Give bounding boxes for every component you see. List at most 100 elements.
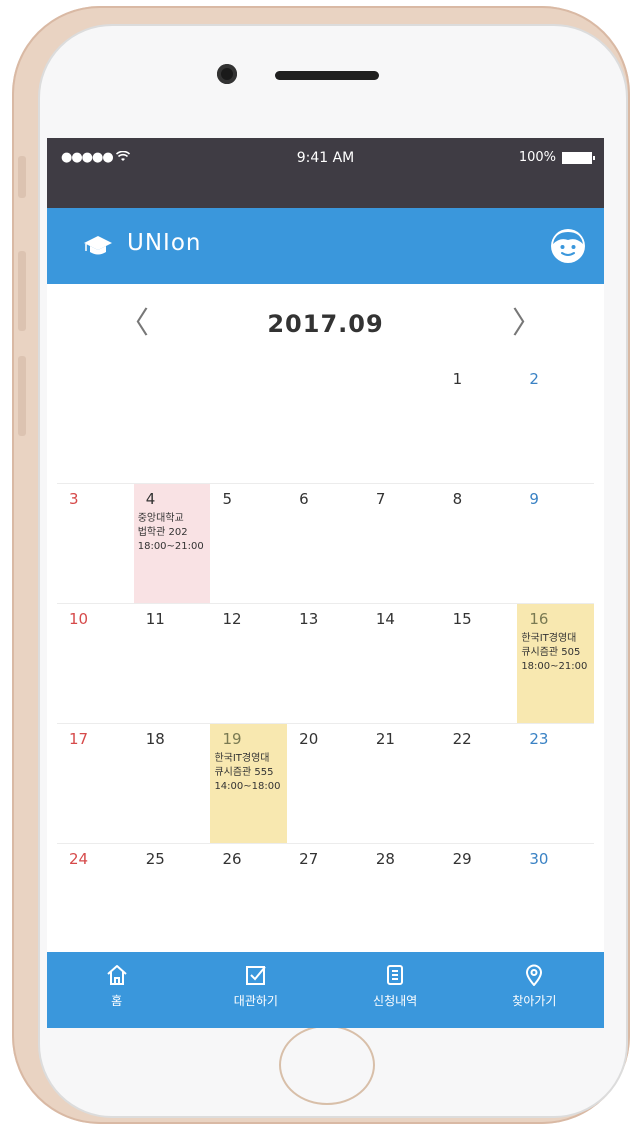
day-number: 28 bbox=[375, 850, 395, 868]
calendar-day[interactable]: 22 bbox=[441, 724, 518, 843]
day-number: 19 bbox=[222, 730, 242, 748]
calendar-day[interactable]: 30 bbox=[517, 844, 594, 963]
event-line: 큐시즘관 505 bbox=[521, 647, 581, 658]
event-line: 법학관 202 bbox=[137, 527, 188, 538]
calendar-week: 10 11 12 13 14 15 16 한국IT경영대큐시즘관 505 18:00~21:00 bbox=[57, 604, 595, 724]
calendar-day[interactable]: 29 bbox=[441, 844, 518, 963]
calendar-day[interactable]: 19 한국IT경영대큐시즘관 555 14:00~18:00 bbox=[210, 724, 288, 843]
day-number: 4 bbox=[145, 490, 156, 508]
calendar-day[interactable]: 11 bbox=[134, 604, 211, 723]
calendar-day-empty bbox=[57, 364, 134, 483]
calendar-day-empty bbox=[134, 364, 211, 483]
event-line: 한국IT경영대 bbox=[214, 753, 270, 764]
reservation-event: 중앙대학교법학관 202 18:00~21:00 bbox=[138, 512, 211, 554]
tab-directions[interactable]: 찾아가기 bbox=[465, 952, 604, 1028]
reservation-event: 한국IT경영대큐시즘관 505 18:00~21:00 bbox=[521, 632, 594, 674]
calendar-day[interactable]: 21 bbox=[364, 724, 441, 843]
reservation-event: 한국IT경영대큐시즘관 555 14:00~18:00 bbox=[214, 752, 287, 794]
calendar-week: 12 bbox=[57, 364, 594, 484]
day-number: 3 bbox=[69, 490, 79, 508]
day-number: 21 bbox=[375, 730, 395, 748]
calendar-day[interactable]: 4 중앙대학교법학관 202 18:00~21:00 bbox=[133, 484, 211, 603]
calendar-day-empty bbox=[287, 364, 364, 483]
calendar-day[interactable]: 6 bbox=[287, 484, 364, 603]
calendar-day[interactable]: 14 bbox=[364, 604, 441, 723]
day-number: 8 bbox=[452, 490, 463, 508]
day-number: 12 bbox=[222, 610, 242, 628]
day-number: 7 bbox=[375, 490, 386, 508]
day-number: 25 bbox=[145, 850, 165, 868]
calendar-day[interactable]: 23 bbox=[517, 724, 594, 843]
calendar-week: 24 25 26 27 28 29 30 bbox=[57, 844, 594, 964]
calendar-day[interactable]: 5 bbox=[210, 484, 287, 603]
event-line: 중앙대학교 bbox=[137, 513, 184, 524]
calendar-day[interactable]: 16 한국IT경영대큐시즘관 505 18:00~21:00 bbox=[517, 604, 595, 723]
earpiece-speaker bbox=[275, 71, 379, 80]
front-camera bbox=[217, 64, 237, 84]
calendar-day[interactable]: 12 bbox=[210, 604, 287, 723]
calendar-day[interactable]: 26 bbox=[210, 844, 287, 963]
document-list-icon bbox=[387, 965, 404, 985]
day-number: 16 bbox=[529, 610, 549, 628]
day-number: 9 bbox=[529, 490, 539, 508]
calendar-day[interactable]: 8 bbox=[441, 484, 518, 603]
calendar-day[interactable]: 18 bbox=[134, 724, 211, 843]
graduation-cap-icon bbox=[84, 236, 112, 255]
calendar-day[interactable]: 2 bbox=[517, 364, 594, 483]
tab-home[interactable]: 홈 bbox=[47, 952, 186, 1028]
tab-directions-label: 찾아가기 bbox=[512, 994, 557, 1008]
calendar-day[interactable]: 15 bbox=[441, 604, 518, 723]
calendar-day[interactable]: 10 bbox=[57, 604, 134, 723]
day-number: 27 bbox=[299, 850, 319, 868]
profile-avatar-icon[interactable] bbox=[550, 228, 586, 264]
tab-history[interactable]: 신청내역 bbox=[326, 952, 465, 1028]
calendar-day[interactable]: 27 bbox=[287, 844, 364, 963]
location-pin-icon bbox=[526, 964, 543, 986]
phone-screen: ●●●●● 9:41 AM 100% UNIon 〈 2017.09 〉 1 2… bbox=[47, 138, 604, 1028]
battery-icon bbox=[562, 151, 595, 164]
calendar-day[interactable]: 20 bbox=[287, 724, 364, 843]
next-month-button[interactable]: 〉 bbox=[512, 304, 542, 344]
calendar-day[interactable]: 24 bbox=[57, 844, 134, 963]
day-number: 11 bbox=[145, 610, 165, 628]
calendar-day[interactable]: 1 bbox=[441, 364, 518, 483]
calendar-day[interactable]: 25 bbox=[134, 844, 211, 963]
event-line: 14:00~18:00 bbox=[214, 781, 281, 792]
calendar-day[interactable]: 9 bbox=[517, 484, 594, 603]
event-line: 18:00~21:00 bbox=[521, 661, 588, 672]
status-bar: ●●●●● 9:41 AM 100% bbox=[47, 138, 604, 208]
event-line: 18:00~21:00 bbox=[137, 541, 204, 552]
tab-reserve-label: 대관하기 bbox=[233, 994, 278, 1008]
calendar-day[interactable]: 13 bbox=[287, 604, 364, 723]
calendar-week: 17 18 19 한국IT경영대큐시즘관 555 14:00~18:00 20 21 22 23 bbox=[57, 724, 594, 844]
event-line: 한국IT경영대 bbox=[521, 633, 577, 644]
tab-history-label: 신청내역 bbox=[373, 994, 418, 1008]
calendar-day-empty bbox=[210, 364, 287, 483]
day-number: 15 bbox=[452, 610, 472, 628]
calendar-day[interactable]: 7 bbox=[364, 484, 441, 603]
volume-up-button bbox=[18, 251, 26, 331]
calendar-day[interactable]: 17 bbox=[57, 724, 134, 843]
calendar-day[interactable]: 28 bbox=[364, 844, 441, 963]
mute-switch bbox=[18, 156, 26, 198]
day-number: 1 bbox=[452, 370, 463, 388]
battery-percent: 100% bbox=[518, 150, 556, 165]
day-number: 2 bbox=[529, 370, 539, 388]
day-number: 18 bbox=[145, 730, 165, 748]
day-number: 29 bbox=[452, 850, 472, 868]
tab-reserve[interactable]: 대관하기 bbox=[186, 952, 325, 1028]
battery-indicator: 100% bbox=[518, 150, 595, 165]
app-header: UNIon bbox=[47, 208, 604, 284]
calendar-week: 3 4 중앙대학교법학관 202 18:00~21:00 5 6 7 8 9 bbox=[57, 484, 594, 604]
day-number: 5 bbox=[222, 490, 232, 508]
calendar-day-empty bbox=[364, 364, 441, 483]
bottom-navigation: 홈 대관하기 신청내역 찾아가기 bbox=[47, 952, 604, 1028]
day-number: 30 bbox=[529, 850, 549, 868]
calendar-day[interactable]: 3 bbox=[57, 484, 134, 603]
calendar-grid: 1 2 3 4 중앙대학교 법학관 202 18:00~21:00 5 6 7 8 9 10 11 12 13… bbox=[57, 364, 595, 964]
day-number: 26 bbox=[222, 850, 242, 868]
checkbox-icon bbox=[245, 966, 266, 985]
home-button[interactable] bbox=[279, 1025, 375, 1105]
home-icon bbox=[106, 965, 127, 985]
event-line: 큐시즘관 555 bbox=[214, 767, 274, 778]
